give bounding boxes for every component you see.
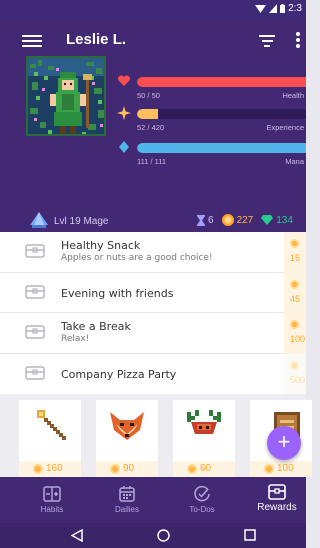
add-reward-button[interactable]: + [267,426,301,460]
status-bar: 2:3 [0,0,306,18]
reward-price[interactable]: 100 [284,313,306,354]
health-value: 50 / 50 [137,91,160,100]
gold-coin-icon [110,464,120,474]
chest-icon [25,244,45,258]
level-row: Lvl 19 Mage 6 227 134 [0,210,306,232]
gem-icon [261,215,274,225]
signal-icon [269,4,278,13]
reward-title: Take a Break [61,320,131,333]
back-icon[interactable] [71,529,83,542]
reward-row[interactable]: Company Pizza Party 500 [0,353,306,394]
avatar[interactable] [26,56,106,136]
experience-bar [137,109,306,119]
experience-value: 52 / 420 [137,123,165,132]
battery-icon [280,4,286,13]
shop-items: 160 90 60 100 [0,394,312,477]
shop-item-price: 60 [173,461,235,477]
nav-todos-label: To-Dos [189,505,215,514]
mana-value: 111 / 111 [137,157,167,166]
chest-icon [25,284,45,299]
chest-icon [268,484,286,500]
mana-bar [137,143,306,153]
reward-price[interactable]: 500 [284,353,306,394]
gold-coin-icon [290,320,299,329]
gem-count: 134 [276,214,293,226]
more-options-button[interactable] [296,31,302,51]
wifi-icon [255,5,267,13]
shop-item-price: 100 [250,461,312,477]
reward-price[interactable]: 15 [284,232,306,273]
reward-price[interactable]: 45 [284,272,306,313]
chest-icon [25,365,45,380]
avatar-header: Leslie L. 50 / 50 Health 52 / 420 Experi… [0,18,306,232]
gold-coin-icon [221,214,234,226]
gold-coin-icon [290,360,299,370]
shop-item-price: 90 [96,461,158,477]
health-bar-fill [137,77,306,87]
mana-label: Mana [285,157,304,166]
filter-button[interactable] [258,32,276,48]
reward-row[interactable]: Take a Break Relax! 100 [0,313,306,354]
fox-mask-icon [110,412,144,440]
antler-helm-icon [187,410,221,434]
reward-notes: Apples or nuts are a good choice! [61,253,213,263]
calendar-icon [119,486,135,502]
shop-item-price: 160 [19,461,81,477]
mana-bar-fill [137,143,306,153]
shop-item-card[interactable]: 60 [173,400,235,477]
experience-label: Experience [266,123,304,132]
reward-price-value: 500 [290,374,306,385]
nav-rewards[interactable]: Rewards [239,477,315,523]
nav-habits-label: Habits [40,505,64,514]
chest-icon [25,325,45,339]
habits-icon [43,486,61,502]
recents-icon[interactable] [244,529,256,541]
reward-title: Evening with friends [61,286,174,300]
system-navigation [0,523,306,548]
nav-rewards-label: Rewards [257,502,297,513]
gold-coin-icon [33,464,43,474]
staff-icon [37,410,66,440]
experience-bar-fill [137,109,158,119]
star-icon [117,106,131,120]
reward-title: Company Pizza Party [61,367,177,381]
nav-habits[interactable]: Habits [14,477,90,523]
user-name: Leslie L. [66,31,127,48]
drop-icon [119,141,129,153]
shop-item-card[interactable]: 90 [96,400,158,477]
nav-todos[interactable]: To-Dos [164,477,240,523]
health-label: Health [282,91,304,100]
mage-class-icon [30,212,48,228]
gold-coin-icon [290,239,299,248]
clock: 2:3 [288,3,302,14]
home-icon[interactable] [157,529,170,542]
gold-coin-icon [187,464,197,474]
reward-price-value: 15 [290,253,301,263]
nav-dailies[interactable]: Dailies [89,477,165,523]
reward-notes: Relax! [61,334,90,344]
gold-count: 227 [236,214,254,226]
gold-coin-icon [264,464,274,474]
gold-coin-icon [290,279,299,289]
bottom-navigation: Habits Dailies To-Dos Rewards [0,477,306,523]
heart-icon [117,75,131,86]
health-bar [137,77,306,87]
shop-item-card[interactable]: 160 [19,400,81,477]
reward-price-value: 45 [290,293,301,304]
reward-row[interactable]: Evening with friends 45 [0,272,306,313]
level-label: Lvl 19 Mage [54,216,109,227]
nav-dailies-label: Dailies [114,505,139,514]
check-circle-icon [194,486,210,502]
hourglass-icon [197,214,205,226]
rewards-list: Healthy Snack Apples or nuts are a good … [0,232,306,394]
reward-price-value: 100 [290,334,306,344]
hourglass-count: 6 [208,214,214,226]
reward-title: Healthy Snack [61,239,141,252]
menu-button[interactable] [22,32,42,50]
reward-row[interactable]: Healthy Snack Apples or nuts are a good … [0,232,306,273]
